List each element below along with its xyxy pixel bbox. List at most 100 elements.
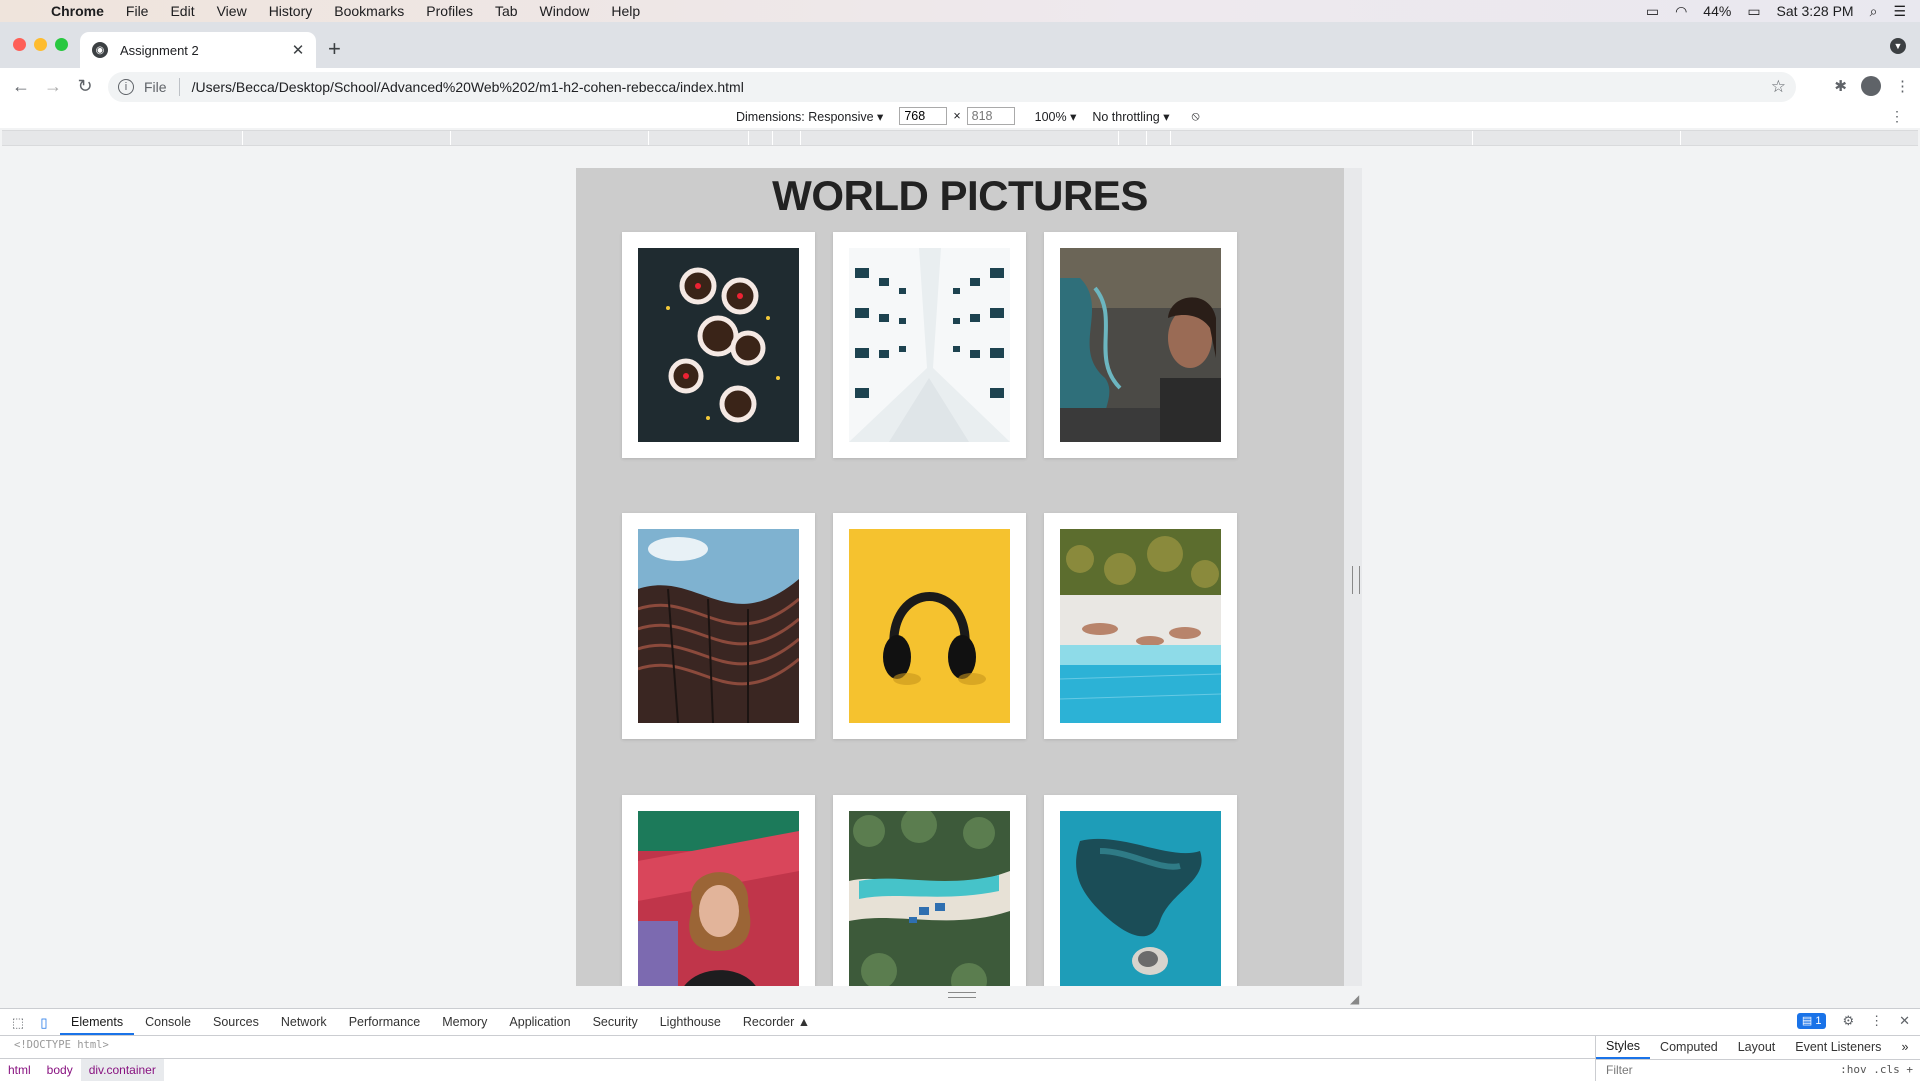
- media-query-ruler[interactable]: [2, 130, 1918, 146]
- styles-filter-tools[interactable]: :hov .cls +: [1840, 1063, 1913, 1076]
- extensions-puzzle-icon[interactable]: ✱: [1834, 77, 1847, 95]
- macos-menu-bar: Chrome File Edit View History Bookmarks …: [0, 0, 1920, 22]
- globe-icon: ◉: [92, 42, 108, 58]
- tab-console[interactable]: Console: [134, 1009, 202, 1035]
- profile-avatar-icon[interactable]: [1861, 76, 1881, 96]
- back-icon[interactable]: ←: [10, 76, 32, 97]
- photo-card[interactable]: [622, 795, 815, 986]
- tab-network[interactable]: Network: [270, 1009, 338, 1035]
- site-info-icon[interactable]: i: [118, 79, 134, 95]
- tropical-coast-photo: [849, 811, 1010, 986]
- resize-bottom-handle[interactable]: [948, 992, 976, 998]
- close-tab-icon[interactable]: ✕: [288, 41, 308, 59]
- battery-percent[interactable]: 44%: [1703, 3, 1731, 19]
- viewport-height-input[interactable]: [966, 107, 1015, 125]
- styles-pane: Styles Computed Layout Event Listeners »…: [1595, 1035, 1920, 1081]
- browser-tab[interactable]: ◉ Assignment 2 ✕: [80, 32, 316, 68]
- photo-card[interactable]: [833, 513, 1026, 739]
- tab-memory[interactable]: Memory: [431, 1009, 498, 1035]
- issues-count: 1: [1815, 1015, 1822, 1027]
- rotate-icon[interactable]: ⦸: [1192, 109, 1200, 124]
- close-devtools-icon[interactable]: ✕: [1899, 1013, 1910, 1029]
- devtools-tab-bar: ⬚ ▯ Elements Console Sources Network Per…: [0, 1009, 1920, 1036]
- tab-layout[interactable]: Layout: [1728, 1040, 1786, 1054]
- photo-card[interactable]: [622, 513, 815, 739]
- tab-security[interactable]: Security: [582, 1009, 649, 1035]
- device-toggle-icon[interactable]: ▯: [36, 1015, 52, 1030]
- resize-corner-handle[interactable]: ◢: [1350, 992, 1359, 1006]
- zoom-window-button[interactable]: [55, 38, 68, 51]
- devtools-more-icon[interactable]: ⋮: [1870, 1013, 1883, 1029]
- menu-view[interactable]: View: [206, 3, 258, 19]
- emulated-viewport: WORLD PICTURES ◢: [0, 146, 1920, 1008]
- tab-elements[interactable]: Elements: [60, 1009, 135, 1035]
- spotlight-search-icon[interactable]: ⌕: [1870, 3, 1878, 20]
- control-center-icon[interactable]: ☰: [1893, 3, 1906, 20]
- photo-card[interactable]: [1044, 795, 1237, 986]
- photo-card[interactable]: [1044, 232, 1237, 458]
- wifi-icon[interactable]: ◠: [1675, 3, 1687, 20]
- inspect-element-icon[interactable]: ⬚: [10, 1015, 26, 1030]
- tab-recorder[interactable]: Recorder ▲: [732, 1009, 821, 1035]
- breadcrumb-div-container[interactable]: div.container: [80, 1059, 164, 1081]
- reload-icon[interactable]: ↻: [74, 76, 96, 97]
- battery-icon[interactable]: ▭: [1747, 3, 1760, 20]
- menu-tab[interactable]: Tab: [484, 3, 529, 19]
- issues-badge[interactable]: ▤ 1: [1796, 1013, 1827, 1029]
- airplay-icon[interactable]: ▭: [1646, 3, 1659, 20]
- menu-help[interactable]: Help: [600, 3, 651, 19]
- forward-icon[interactable]: →: [42, 76, 64, 97]
- tab-computed[interactable]: Computed: [1650, 1040, 1728, 1054]
- cupcakes-photo: [638, 248, 799, 442]
- photo-card[interactable]: [833, 232, 1026, 458]
- close-window-button[interactable]: [13, 38, 26, 51]
- zoom-dropdown[interactable]: 100% ▾: [1035, 109, 1077, 124]
- curved-building-photo: [638, 529, 799, 723]
- mural-portrait-photo: [638, 811, 799, 986]
- browser-toolbar: ← → ↻ i File /Users/Becca/Desktop/School…: [0, 68, 1920, 107]
- menu-edit[interactable]: Edit: [159, 3, 205, 19]
- resize-right-handle[interactable]: [1352, 566, 1360, 594]
- breadcrumb-body[interactable]: body: [39, 1063, 81, 1077]
- tab-lighthouse[interactable]: Lighthouse: [649, 1009, 732, 1035]
- page-title: WORLD PICTURES: [772, 172, 1148, 219]
- new-tab-icon[interactable]: +: [328, 36, 341, 62]
- photo-card[interactable]: [1044, 513, 1237, 739]
- menu-profiles[interactable]: Profiles: [415, 3, 484, 19]
- url-scheme: File: [144, 79, 167, 95]
- tab-search-icon[interactable]: ▼: [1890, 38, 1906, 54]
- menu-app-chrome[interactable]: Chrome: [40, 3, 115, 19]
- url-text[interactable]: /Users/Becca/Desktop/School/Advanced%20W…: [192, 79, 744, 95]
- address-bar[interactable]: i File /Users/Becca/Desktop/School/Advan…: [108, 72, 1796, 102]
- headphones-photo: [849, 529, 1010, 723]
- doctype-line[interactable]: <!DOCTYPE html>: [14, 1039, 109, 1051]
- photo-card[interactable]: [622, 232, 815, 458]
- device-toolbar-more-icon[interactable]: ⋮: [1890, 108, 1904, 125]
- menu-bookmarks[interactable]: Bookmarks: [323, 3, 415, 19]
- styles-filter-input[interactable]: Filter: [1606, 1063, 1633, 1077]
- more-tabs-chevron-icon[interactable]: »: [1891, 1040, 1918, 1054]
- minimize-window-button[interactable]: [34, 38, 47, 51]
- reef-aerial-photo: [1060, 811, 1221, 986]
- menu-file[interactable]: File: [115, 3, 160, 19]
- tab-application[interactable]: Application: [498, 1009, 581, 1035]
- menu-history[interactable]: History: [258, 3, 324, 19]
- clock[interactable]: Sat 3:28 PM: [1777, 3, 1854, 19]
- chrome-menu-kebab-icon[interactable]: ⋮: [1895, 77, 1910, 95]
- menu-window[interactable]: Window: [529, 3, 601, 19]
- settings-gear-icon[interactable]: ⚙: [1842, 1013, 1854, 1029]
- breadcrumb-html[interactable]: html: [0, 1063, 39, 1077]
- device-toolbar: Dimensions: Responsive ▾ × 100% ▾ No thr…: [0, 104, 1920, 128]
- tab-performance[interactable]: Performance: [338, 1009, 432, 1035]
- throttling-dropdown[interactable]: No throttling ▾: [1092, 109, 1169, 124]
- tab-styles[interactable]: Styles: [1596, 1035, 1651, 1059]
- bookmark-star-icon[interactable]: ☆: [1771, 77, 1786, 97]
- times-label: ×: [953, 109, 961, 123]
- photo-card[interactable]: [833, 795, 1026, 986]
- viewport-width-input[interactable]: [899, 107, 948, 125]
- window-controls: [13, 38, 68, 51]
- divider: [178, 78, 180, 96]
- dimensions-dropdown[interactable]: Dimensions: Responsive ▾: [736, 109, 883, 124]
- tab-sources[interactable]: Sources: [202, 1009, 270, 1035]
- tab-event-listeners[interactable]: Event Listeners: [1785, 1040, 1891, 1054]
